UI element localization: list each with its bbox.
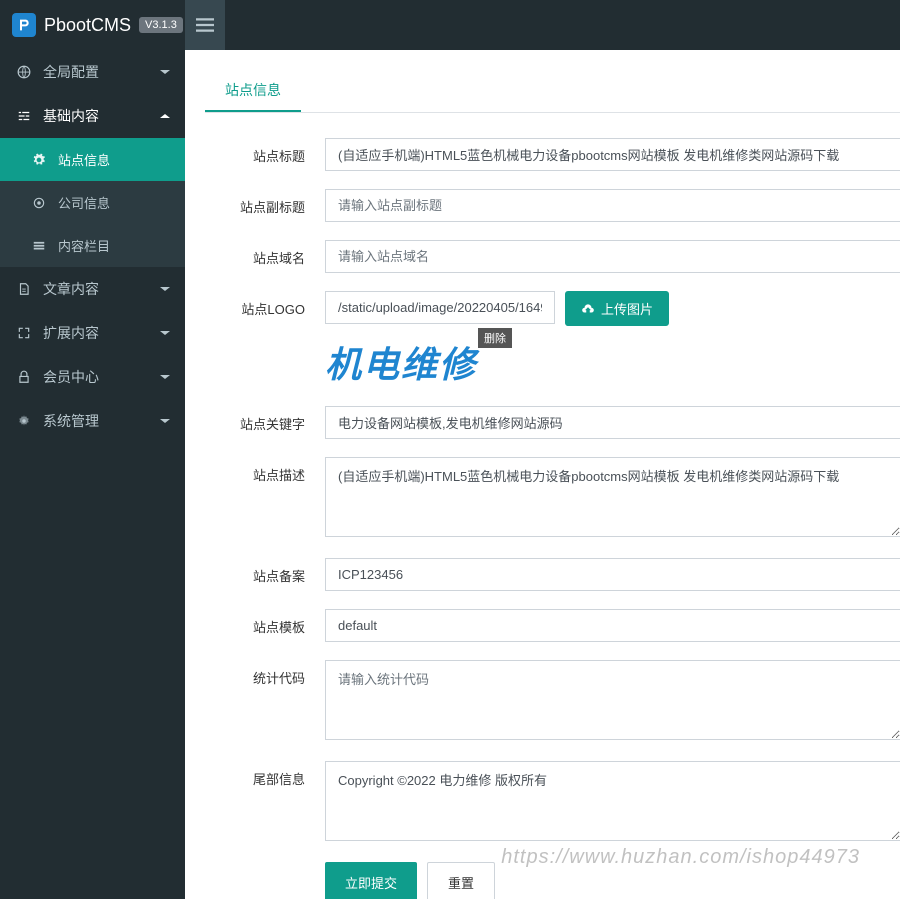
- sidebar-item-system-manage[interactable]: 系统管理: [0, 399, 185, 443]
- globe-icon: [15, 65, 33, 79]
- sidebar-item-label: 站点信息: [58, 150, 110, 169]
- sidebar-item-global-config[interactable]: 全局配置: [0, 50, 185, 94]
- tab-bar: 站点信息: [205, 70, 900, 113]
- chevron-down-icon: [160, 281, 170, 297]
- sidebar: 全局配置 基础内容 站点信息 公司信息 内容栏目 文章内容: [0, 50, 185, 899]
- gear-icon: [30, 153, 48, 167]
- label-site-template: 站点模板: [205, 609, 325, 636]
- label-stats-code: 统计代码: [205, 660, 325, 687]
- chevron-down-icon: [160, 64, 170, 80]
- sidebar-submenu-basic: 站点信息 公司信息 内容栏目: [0, 138, 185, 267]
- main-content: 站点信息 站点标题 站点副标题 站点域名 站点LOGO 上传图片: [185, 50, 900, 899]
- gear-icon: [15, 414, 33, 428]
- tab-site-info[interactable]: 站点信息: [205, 70, 301, 112]
- sidebar-item-label: 会员中心: [43, 367, 99, 387]
- hamburger-icon: [196, 18, 214, 32]
- brand-logo[interactable]: PbootCMS V3.1.3: [0, 0, 185, 50]
- brand-name: PbootCMS: [44, 15, 131, 36]
- sidebar-item-label: 内容栏目: [58, 236, 110, 255]
- stats-code-textarea[interactable]: [325, 660, 900, 740]
- sliders-icon: [15, 109, 33, 123]
- site-icp-input[interactable]: [325, 558, 900, 591]
- lock-icon: [15, 370, 33, 384]
- sidebar-item-extend-content[interactable]: 扩展内容: [0, 311, 185, 355]
- footer-info-textarea[interactable]: Copyright ©2022 电力维修 版权所有: [325, 761, 900, 841]
- sidebar-item-label: 公司信息: [58, 193, 110, 212]
- chevron-down-icon: [160, 413, 170, 429]
- menu-toggle-button[interactable]: [185, 0, 225, 50]
- circle-icon: [30, 196, 48, 210]
- file-icon: [15, 282, 33, 296]
- sidebar-item-label: 文章内容: [43, 279, 99, 299]
- chevron-down-icon: [160, 369, 170, 385]
- sidebar-item-member-center[interactable]: 会员中心: [0, 355, 185, 399]
- upload-image-button[interactable]: 上传图片: [565, 291, 669, 326]
- site-domain-input[interactable]: [325, 240, 900, 273]
- site-subtitle-input[interactable]: [325, 189, 900, 222]
- list-icon: [30, 239, 48, 253]
- sidebar-item-article-content[interactable]: 文章内容: [0, 267, 185, 311]
- chevron-up-icon: [160, 108, 170, 124]
- sidebar-item-label: 系统管理: [43, 411, 99, 431]
- site-template-input[interactable]: [325, 609, 900, 642]
- label-footer-info: 尾部信息: [205, 761, 325, 788]
- label-site-keywords: 站点关键字: [205, 406, 325, 433]
- delete-logo-button[interactable]: 删除: [478, 328, 512, 348]
- sidebar-item-basic-content[interactable]: 基础内容: [0, 94, 185, 138]
- site-keywords-input[interactable]: [325, 406, 900, 439]
- brand-icon: [12, 13, 36, 37]
- site-title-input[interactable]: [325, 138, 900, 171]
- sidebar-item-label: 扩展内容: [43, 323, 99, 343]
- topbar: PbootCMS V3.1.3: [0, 0, 900, 50]
- sidebar-item-site-info[interactable]: 站点信息: [0, 138, 185, 181]
- sidebar-item-label: 全局配置: [43, 62, 99, 82]
- logo-preview-text: 机电维修: [325, 344, 477, 385]
- cloud-upload-icon: [581, 302, 595, 316]
- label-site-subtitle: 站点副标题: [205, 189, 325, 216]
- site-description-textarea[interactable]: (自适应手机端)HTML5蓝色机械电力设备pbootcms网站模板 发电机维修类…: [325, 457, 900, 537]
- label-site-logo: 站点LOGO: [205, 291, 325, 318]
- submit-button[interactable]: 立即提交: [325, 862, 417, 899]
- sidebar-item-content-column[interactable]: 内容栏目: [0, 224, 185, 267]
- label-site-domain: 站点域名: [205, 240, 325, 267]
- expand-icon: [15, 326, 33, 340]
- sidebar-item-label: 基础内容: [43, 106, 99, 126]
- chevron-down-icon: [160, 325, 170, 341]
- version-badge: V3.1.3: [139, 17, 183, 33]
- logo-preview: 机电维修 删除: [325, 336, 477, 388]
- sidebar-item-company-info[interactable]: 公司信息: [0, 181, 185, 224]
- label-site-description: 站点描述: [205, 457, 325, 484]
- reset-button[interactable]: 重置: [427, 862, 495, 899]
- site-logo-path-input[interactable]: [325, 291, 555, 324]
- label-site-icp: 站点备案: [205, 558, 325, 585]
- label-site-title: 站点标题: [205, 138, 325, 165]
